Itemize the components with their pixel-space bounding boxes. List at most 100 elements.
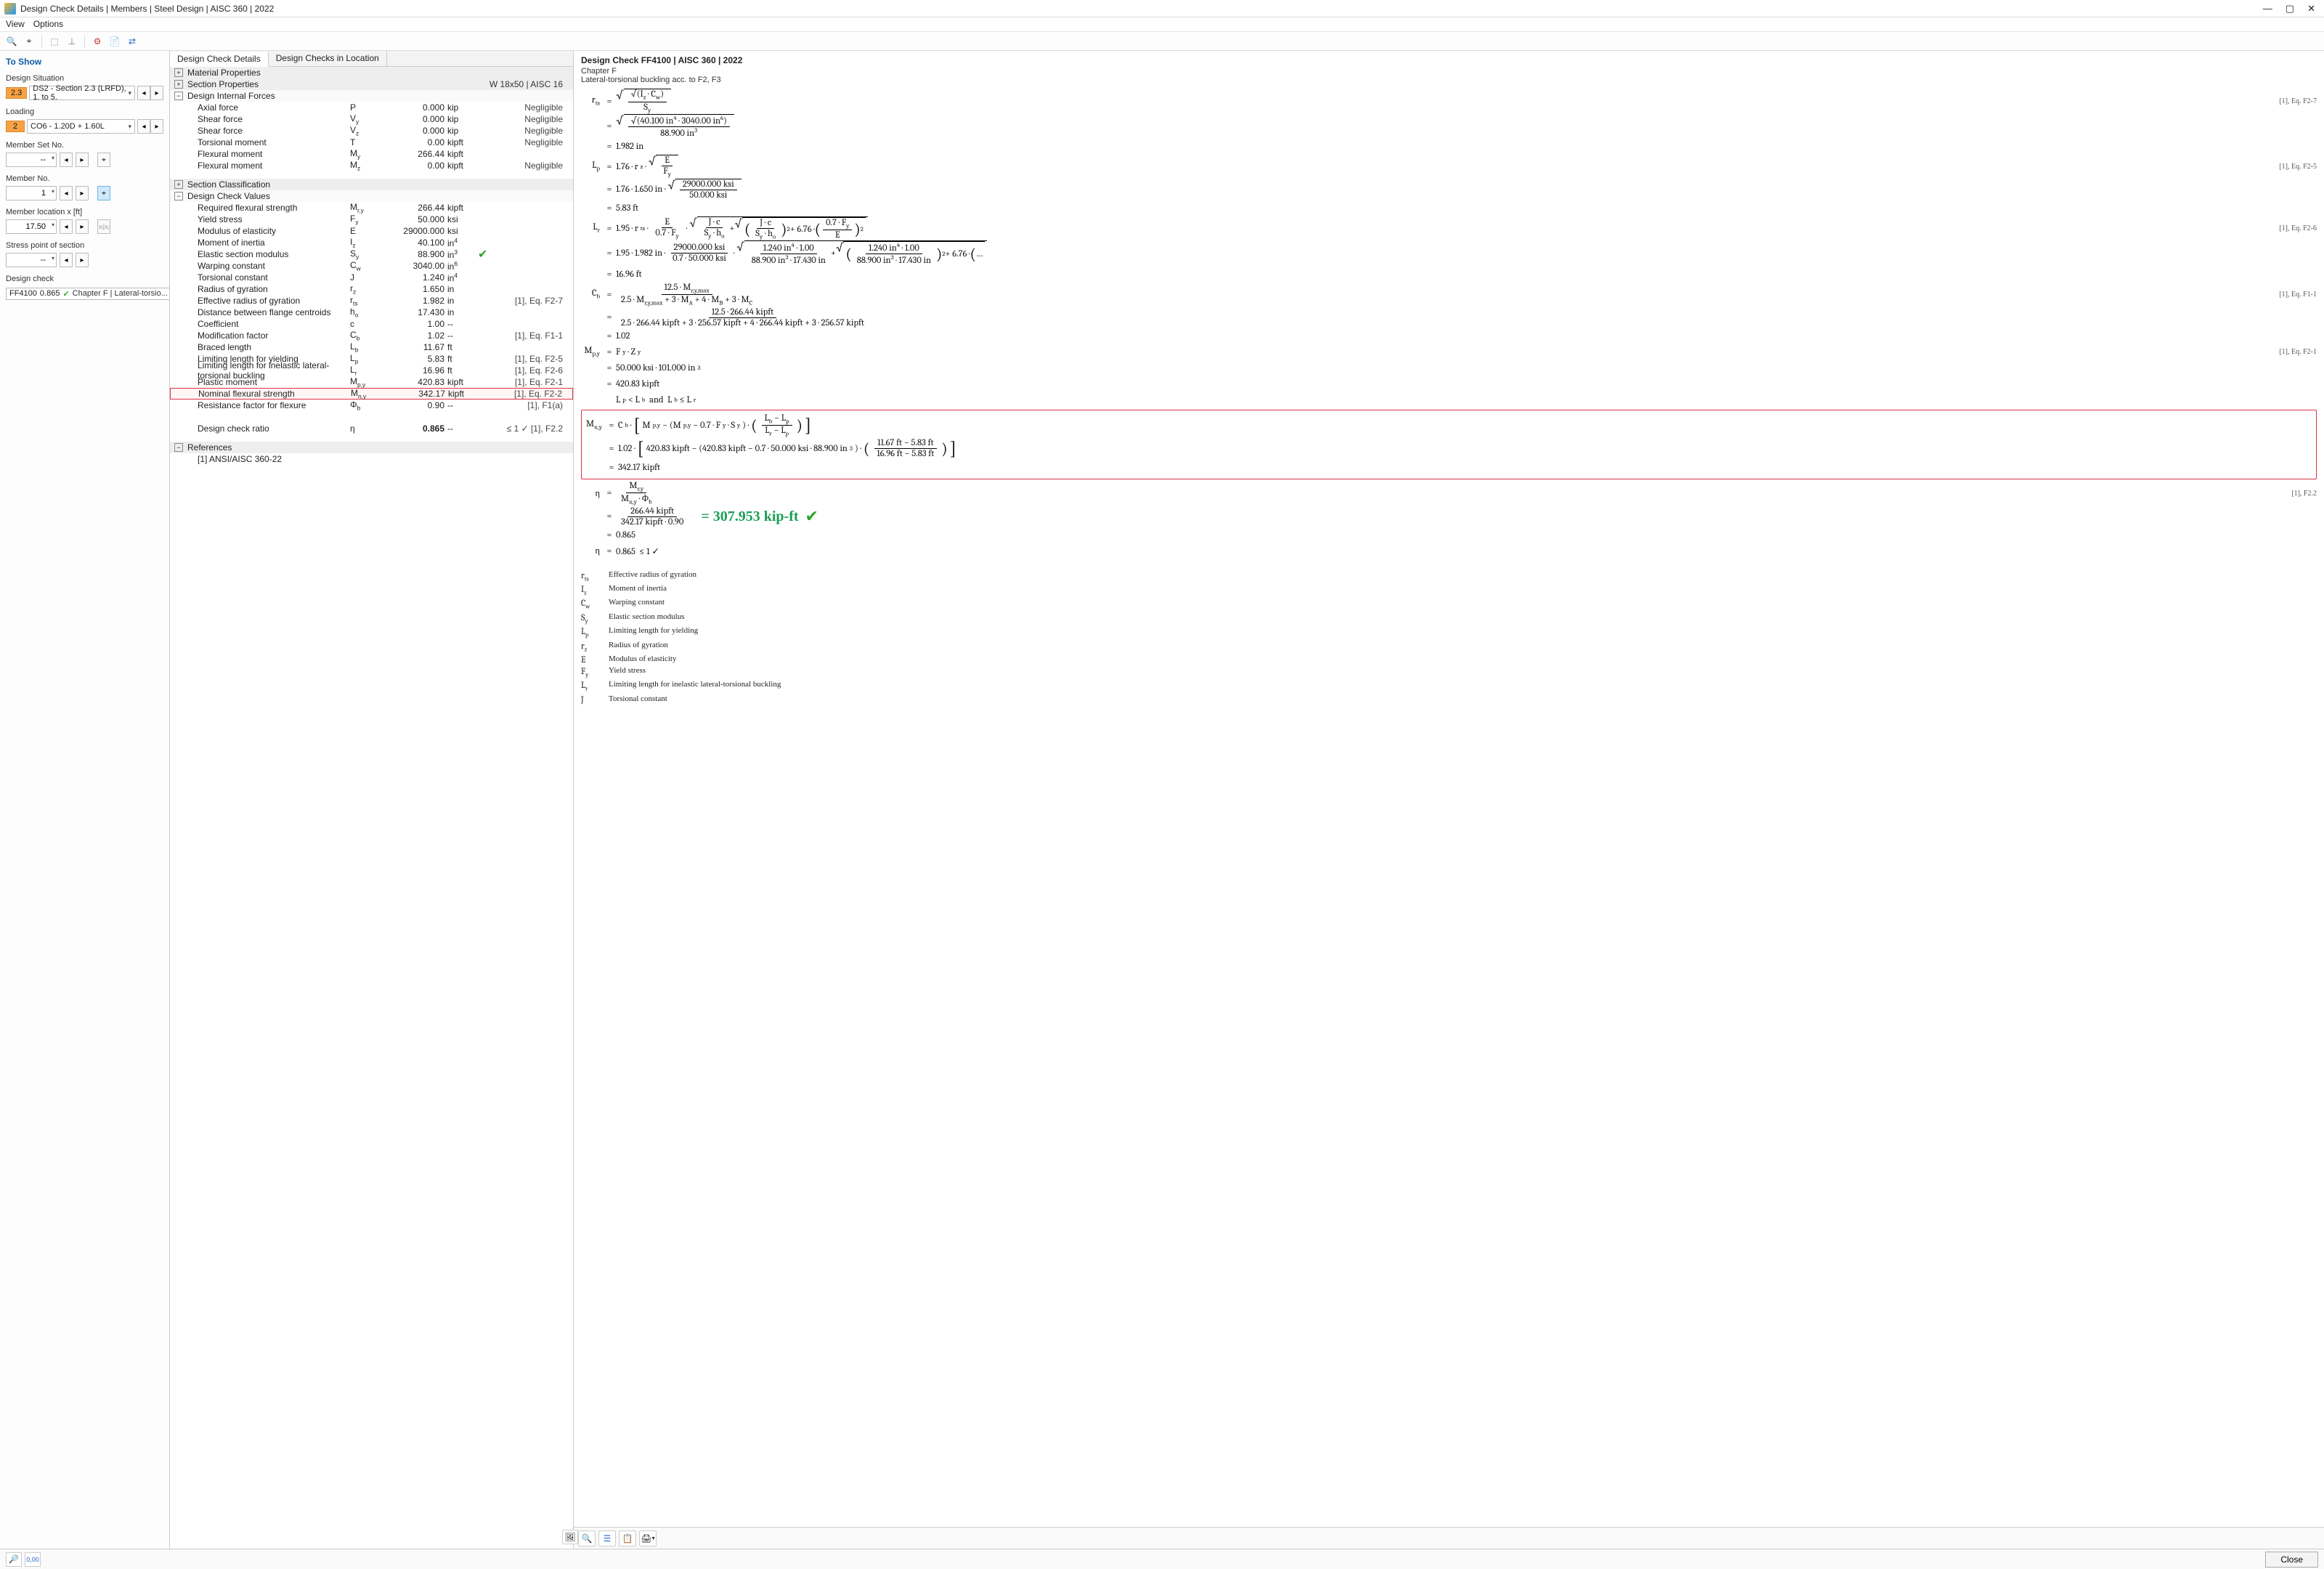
calc-condition: Lp < Lb and Lb ≤ Lr bbox=[581, 392, 2317, 408]
combo-design-situation[interactable]: DS2 - Section 2.3 (LRFD), 1. to 5.▾ bbox=[29, 86, 135, 100]
pick-member-no-icon[interactable]: ⌖ bbox=[97, 186, 110, 200]
tree-row: Warping constantCw3040.00in6 bbox=[170, 260, 573, 272]
tree-header[interactable]: +Material Properties bbox=[170, 67, 573, 78]
next-stress-point[interactable]: ▸ bbox=[76, 253, 89, 267]
expand-toggle-icon[interactable]: − bbox=[174, 192, 183, 200]
combo-design-check[interactable]: FF4100 0.865 ✓ Chapter F | Lateral-torsi… bbox=[6, 288, 170, 300]
tree-header[interactable]: +Section PropertiesW 18x50 | AISC 16 bbox=[170, 78, 573, 90]
calc-line: Cb=12.5 · Mr,y,max2.5 · Mr,y,max + 3 · M… bbox=[581, 283, 2317, 307]
tree-row: Shear forceVy0.000kipNegligible bbox=[170, 113, 573, 125]
footer-search-icon[interactable]: 🔎 bbox=[6, 1552, 22, 1567]
prev-member-no[interactable]: ◂ bbox=[60, 186, 73, 200]
label-member-loc: Member location x [ft] bbox=[6, 208, 163, 216]
calc-line: Mn,y=Cb · [ Mp,y − (Mp,y − 0.7 · Fy · Sy… bbox=[583, 413, 2315, 438]
input-member-loc[interactable] bbox=[6, 219, 57, 234]
tree-row: Yield stressFy50.000ksi bbox=[170, 214, 573, 225]
menu-view[interactable]: View bbox=[6, 19, 25, 30]
toolbar-bolt-icon[interactable]: ⚙ bbox=[90, 34, 105, 49]
minimize-icon[interactable]: — bbox=[2263, 3, 2272, 15]
tree-row-highlighted: Nominal flexural strengthMn,y342.17kipft… bbox=[170, 388, 573, 400]
rt-print-icon[interactable]: 🖨▾ bbox=[639, 1531, 657, 1546]
prev-member-loc[interactable]: ◂ bbox=[60, 219, 73, 234]
next-loading[interactable]: ▸ bbox=[150, 119, 163, 134]
menu-options[interactable]: Options bbox=[33, 19, 63, 30]
right-toolbar: 🔍 ☰ 📋 🖨▾ bbox=[574, 1527, 2324, 1549]
calc-line: η=Mr,yMn,y · Φb[1], F2.2 bbox=[581, 481, 2317, 506]
tree-row: Axial forceP0.000kipNegligible bbox=[170, 102, 573, 113]
app-icon bbox=[4, 3, 16, 15]
next-member-no[interactable]: ▸ bbox=[76, 186, 89, 200]
calc-line: =1.982 in bbox=[581, 139, 2317, 155]
legend-row: SyElastic section modulus bbox=[581, 612, 2317, 625]
combo-loading[interactable]: CO6 - 1.20D + 1.60L▾ bbox=[27, 119, 135, 134]
loc-icon[interactable]: xᵢ|xⱼ bbox=[97, 219, 110, 234]
toolbar-target-icon[interactable]: ⌖ bbox=[22, 34, 36, 49]
input-member-no[interactable] bbox=[6, 186, 57, 200]
expand-toggle-icon[interactable]: − bbox=[174, 92, 183, 100]
close-icon[interactable]: ✕ bbox=[2307, 3, 2315, 15]
export-image-icon[interactable]: 🖼 bbox=[562, 1530, 578, 1544]
toolbar-beam-icon[interactable]: ⬚ bbox=[47, 34, 62, 49]
rt-list-icon[interactable]: ☰ bbox=[598, 1531, 616, 1546]
expand-toggle-icon[interactable]: − bbox=[174, 443, 183, 452]
prev-design-situation[interactable]: ◂ bbox=[137, 86, 150, 100]
prev-stress-point[interactable]: ◂ bbox=[60, 253, 73, 267]
tree-row: Limiting length for inelastic lateral-to… bbox=[170, 365, 573, 376]
tree-header[interactable]: −Design Internal Forces bbox=[170, 90, 573, 102]
legend-row: FyYield stress bbox=[581, 665, 2317, 679]
right-panel: Design Check FF4100 | AISC 360 | 2022 Ch… bbox=[574, 51, 2324, 1549]
prev-member-set[interactable]: ◂ bbox=[60, 153, 73, 167]
calc-final: η=0.865 ≤ 1 ✓ bbox=[581, 543, 2317, 559]
next-member-loc[interactable]: ▸ bbox=[76, 219, 89, 234]
expand-toggle-icon[interactable]: + bbox=[174, 80, 183, 89]
calc-line: =16.96 ft bbox=[581, 267, 2317, 283]
right-chapter: Chapter F bbox=[581, 67, 2317, 76]
tab-design-check-details[interactable]: Design Check Details bbox=[170, 52, 269, 67]
calc-line: Mp,y=Fy · Zy[1], Eq. F2-1 bbox=[581, 344, 2317, 360]
legend-row: JTorsional constant bbox=[581, 694, 2317, 705]
toolbar-section-icon[interactable]: ⊥ bbox=[65, 34, 79, 49]
calc-line: =266.44 kipft342.17 kipft · 0.90= 307.95… bbox=[581, 506, 2317, 527]
label-design-check: Design check bbox=[6, 275, 163, 283]
toolbar-find-icon[interactable]: 🔍 bbox=[4, 34, 19, 49]
tree-header[interactable]: −References bbox=[170, 442, 573, 453]
calc-line: =50.000 ksi · 101.000 in3 bbox=[581, 360, 2317, 376]
rt-find-icon[interactable]: 🔍 bbox=[578, 1531, 596, 1546]
window-title: Design Check Details | Members | Steel D… bbox=[20, 4, 274, 14]
close-button[interactable]: Close bbox=[2265, 1552, 2318, 1568]
tree-row: Resistance factor for flexureΦb0.90--[1]… bbox=[170, 400, 573, 411]
tree-header[interactable]: −Design Check Values bbox=[170, 190, 573, 202]
prev-loading[interactable]: ◂ bbox=[137, 119, 150, 134]
design-check-tree[interactable]: +Material Properties+Section PropertiesW… bbox=[170, 67, 573, 1549]
footer: 🔎 0,00 Close bbox=[0, 1549, 2324, 1569]
toolbar-report-icon[interactable]: 📄 bbox=[107, 34, 122, 49]
right-subtitle: Lateral-torsional buckling acc. to F2, F… bbox=[581, 76, 2317, 84]
next-member-set[interactable]: ▸ bbox=[76, 153, 89, 167]
footer-units-icon[interactable]: 0,00 bbox=[25, 1552, 41, 1567]
calculation-area[interactable]: rts=√(Iz · Cw)Sy[1], Eq. F2-7=√(40.100 i… bbox=[574, 89, 2324, 1527]
calc-line: =1.02 · [ 420.83 kipft − (420.83 kipft −… bbox=[583, 438, 2315, 460]
tree-row: Elastic section modulusSy88.900in3✔ bbox=[170, 248, 573, 260]
calc-line: =5.83 ft bbox=[581, 200, 2317, 216]
rt-copy-icon[interactable]: 📋 bbox=[619, 1531, 636, 1546]
tree-row: Plastic momentMp,y420.83kipft[1], Eq. F2… bbox=[170, 376, 573, 388]
expand-toggle-icon[interactable]: + bbox=[174, 180, 183, 189]
tree-header[interactable]: +Section Classification bbox=[170, 179, 573, 190]
tree-row: Required flexural strengthMr,y266.44kipf… bbox=[170, 202, 573, 214]
tab-design-checks-in-location[interactable]: Design Checks in Location bbox=[269, 51, 387, 66]
expand-toggle-icon[interactable]: + bbox=[174, 68, 183, 77]
tree-row: Torsional momentT0.00kipftNegligible bbox=[170, 137, 573, 148]
legend-row: rtsEffective radius of gyration bbox=[581, 569, 2317, 583]
next-design-situation[interactable]: ▸ bbox=[150, 86, 163, 100]
tree-row: Coefficientc1.00-- bbox=[170, 318, 573, 330]
input-stress-point[interactable] bbox=[6, 253, 57, 267]
right-title: Design Check FF4100 | AISC 360 | 2022 bbox=[574, 51, 2324, 67]
pick-member-set-icon[interactable]: ⌖ bbox=[97, 153, 110, 167]
input-member-set[interactable] bbox=[6, 153, 57, 167]
calc-line: =√(40.100 in4 · 3040.00 in6)88.900 in3 bbox=[581, 114, 2317, 139]
label-loading: Loading bbox=[6, 108, 163, 116]
toolbar-transfer-icon[interactable]: ⇄ bbox=[125, 34, 139, 49]
badge-loading: 2 bbox=[6, 121, 25, 132]
check-ok-icon: ✔ bbox=[478, 247, 487, 262]
maximize-icon[interactable]: ▢ bbox=[2286, 3, 2294, 15]
